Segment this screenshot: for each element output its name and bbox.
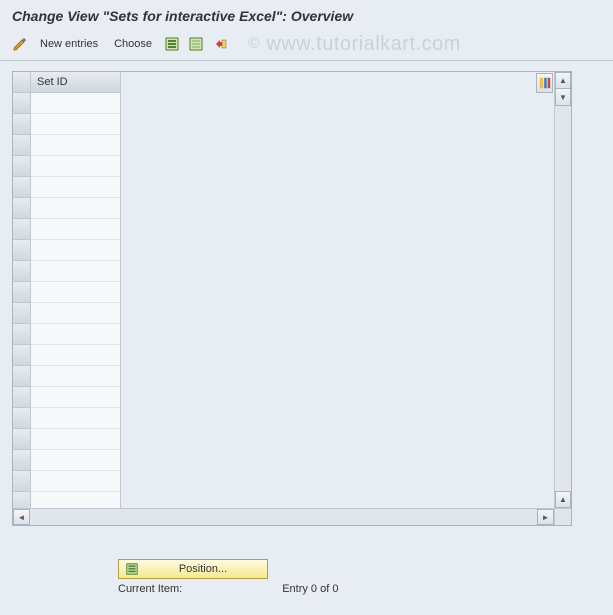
data-cell[interactable]	[31, 408, 120, 429]
data-cell[interactable]	[31, 261, 120, 282]
data-cell[interactable]	[31, 471, 120, 492]
row-selector[interactable]	[13, 261, 30, 282]
row-selector[interactable]	[13, 219, 30, 240]
row-selector[interactable]	[13, 135, 30, 156]
choose-button[interactable]: Choose	[110, 36, 156, 52]
new-entries-button[interactable]: New entries	[36, 36, 102, 52]
row-selector[interactable]	[13, 303, 30, 324]
data-cell[interactable]	[31, 240, 120, 261]
select-all-icon[interactable]	[164, 36, 180, 52]
column-header-set-id[interactable]: Set ID	[31, 72, 120, 93]
position-label: Position...	[145, 563, 261, 575]
configure-icon[interactable]	[212, 36, 228, 52]
footer-area: Position... Current Item: Entry 0 of 0	[118, 559, 338, 595]
scroll-track-horizontal[interactable]	[30, 509, 537, 525]
data-cell[interactable]	[31, 177, 120, 198]
scrollbar-corner	[554, 508, 571, 525]
horizontal-scrollbar[interactable]: ◄ ►	[13, 508, 554, 525]
choose-label: Choose	[114, 38, 152, 50]
row-selector[interactable]	[13, 429, 30, 450]
status-row: Current Item: Entry 0 of 0	[118, 583, 338, 595]
main-area: Set ID ▲ ▼	[0, 61, 613, 536]
data-cell[interactable]	[31, 366, 120, 387]
position-icon	[125, 562, 139, 576]
row-header-column	[13, 72, 31, 525]
row-selector[interactable]	[13, 282, 30, 303]
data-cell[interactable]	[31, 219, 120, 240]
row-selector[interactable]	[13, 93, 30, 114]
scroll-right-button[interactable]: ►	[537, 509, 554, 525]
data-cell[interactable]	[31, 93, 120, 114]
data-cell[interactable]	[31, 135, 120, 156]
row-selector[interactable]	[13, 471, 30, 492]
row-selector[interactable]	[13, 450, 30, 471]
data-cell[interactable]	[31, 156, 120, 177]
set-id-column: Set ID	[31, 72, 121, 525]
data-cell[interactable]	[31, 198, 120, 219]
page-title: Change View "Sets for interactive Excel"…	[0, 0, 613, 32]
data-cell[interactable]	[31, 303, 120, 324]
position-button[interactable]: Position...	[118, 559, 268, 579]
entry-status: Entry 0 of 0	[282, 583, 338, 595]
vertical-scrollbar[interactable]: ▲ ▼ ▲ ▼	[554, 72, 571, 525]
data-cell[interactable]	[31, 345, 120, 366]
data-cell[interactable]	[31, 429, 120, 450]
row-selector[interactable]	[13, 114, 30, 135]
toolbar: New entries Choose	[0, 32, 613, 60]
data-cell[interactable]	[31, 387, 120, 408]
table-filler	[121, 72, 571, 525]
row-selector[interactable]	[13, 198, 30, 219]
data-cell[interactable]	[31, 324, 120, 345]
deselect-all-icon[interactable]	[188, 36, 204, 52]
corner-cell[interactable]	[13, 72, 30, 93]
data-cell[interactable]	[31, 450, 120, 471]
scroll-up-button[interactable]: ▲	[555, 72, 571, 89]
scroll-up-step-button[interactable]: ▼	[555, 89, 571, 106]
current-item-label: Current Item:	[118, 583, 182, 595]
row-selector[interactable]	[13, 387, 30, 408]
new-entries-label: New entries	[40, 38, 98, 50]
data-cell[interactable]	[31, 282, 120, 303]
row-selector[interactable]	[13, 240, 30, 261]
scroll-left-button[interactable]: ◄	[13, 509, 30, 525]
row-selector[interactable]	[13, 177, 30, 198]
row-selector[interactable]	[13, 324, 30, 345]
data-table: Set ID ▲ ▼	[12, 71, 572, 526]
data-cell[interactable]	[31, 114, 120, 135]
scroll-track-vertical[interactable]	[555, 106, 571, 491]
row-selector[interactable]	[13, 345, 30, 366]
row-selector[interactable]	[13, 408, 30, 429]
scroll-down-step-button[interactable]: ▲	[555, 491, 571, 508]
row-selector[interactable]	[13, 366, 30, 387]
table-settings-button[interactable]	[536, 73, 553, 93]
row-selector[interactable]	[13, 156, 30, 177]
toggle-display-icon[interactable]	[12, 36, 28, 52]
